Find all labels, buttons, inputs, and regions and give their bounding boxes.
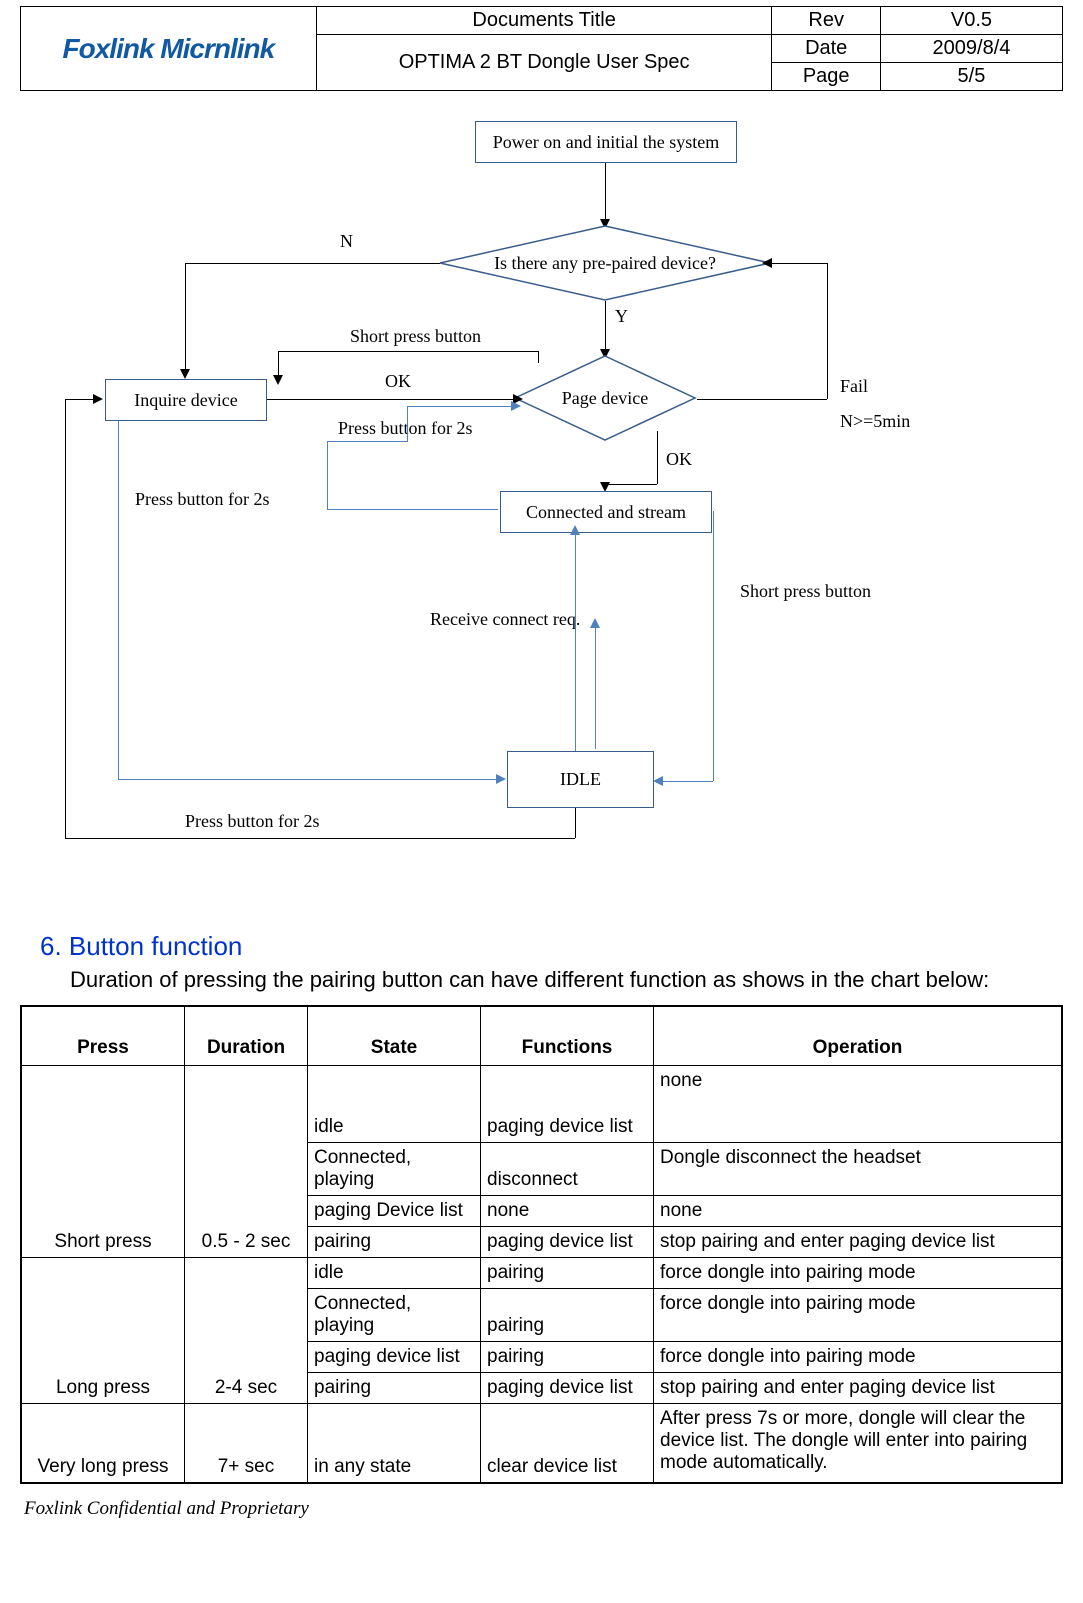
flow-receive-label: Receive connect req. <box>430 609 580 630</box>
flow-press2s-label-a: Press button for 2s <box>338 418 473 439</box>
cell-func: paging device list <box>481 1372 654 1403</box>
cell-state: Connected, playing <box>308 1142 481 1195</box>
flow-ok-label-1: OK <box>385 371 411 392</box>
cell-duration-0: 0.5 - 2 sec <box>185 1065 308 1257</box>
section-intro: Duration of pressing the pairing button … <box>70 966 1063 995</box>
doc-title-label: Documents Title <box>316 7 772 35</box>
flow-fail-cond-label: N>=5min <box>840 411 910 432</box>
cell-press-0: Short press <box>21 1065 185 1257</box>
cell-op: stop pairing and enter paging device lis… <box>654 1226 1063 1257</box>
flow-page-text: Page device <box>515 356 695 441</box>
flow-short-press-label-1: Short press button <box>350 326 481 347</box>
cell-func: pairing <box>481 1257 654 1288</box>
cell-state: idle <box>308 1065 481 1142</box>
cell-duration-2: 7+ sec <box>185 1403 308 1483</box>
section-heading: 6. Button function <box>40 931 1063 962</box>
cell-func: none <box>481 1195 654 1226</box>
th-functions: Functions <box>481 1006 654 1066</box>
cell-func: pairing <box>481 1288 654 1341</box>
cell-func: paging device list <box>481 1226 654 1257</box>
flow-fail-label: Fail <box>840 376 868 397</box>
flow-press2s-label-b: Press button for 2s <box>135 489 270 510</box>
cell-op: force dongle into pairing mode <box>654 1257 1063 1288</box>
doc-title: OPTIMA 2 BT Dongle User Spec <box>316 35 772 91</box>
cell-op: stop pairing and enter paging device lis… <box>654 1372 1063 1403</box>
th-operation: Operation <box>654 1006 1063 1066</box>
cell-press-2: Very long press <box>21 1403 185 1483</box>
th-state: State <box>308 1006 481 1066</box>
cell-op: none <box>654 1065 1063 1142</box>
cell-duration-1: 2-4 sec <box>185 1257 308 1403</box>
cell-press-1: Long press <box>21 1257 185 1403</box>
flow-decision-text: Is there any pre-paired device? <box>440 226 770 301</box>
flow-press2s-label-c: Press button for 2s <box>185 811 320 832</box>
flow-start-box: Power on and initial the system <box>475 121 737 163</box>
logo: Foxlink Micrnlink <box>21 7 316 90</box>
cell-op: force dongle into pairing mode <box>654 1288 1063 1341</box>
date-label: Date <box>772 35 880 63</box>
date-value: 2009/8/4 <box>880 35 1062 63</box>
flow-ok-label-2: OK <box>666 449 692 470</box>
rev-label: Rev <box>772 7 880 35</box>
flow-connected-box: Connected and stream <box>500 491 712 533</box>
cell-state: in any state <box>308 1403 481 1483</box>
flow-inquire-box: Inquire device <box>105 379 267 421</box>
flow-short-press-label-2: Short press button <box>740 581 871 602</box>
cell-op: force dongle into pairing mode <box>654 1341 1063 1372</box>
cell-func: clear device list <box>481 1403 654 1483</box>
rev-value: V0.5 <box>880 7 1062 35</box>
button-function-table: Press Duration State Functions Operation… <box>20 1005 1063 1484</box>
cell-func: pairing <box>481 1341 654 1372</box>
cell-func: disconnect <box>481 1142 654 1195</box>
flow-idle-box: IDLE <box>507 751 654 808</box>
flow-y-label: Y <box>615 306 628 327</box>
cell-state: pairing <box>308 1372 481 1403</box>
logo-cell: Foxlink Micrnlink <box>21 7 317 91</box>
cell-state: paging device list <box>308 1341 481 1372</box>
cell-state: pairing <box>308 1226 481 1257</box>
footer-text: Foxlink Confidential and Proprietary <box>24 1498 1063 1520</box>
th-duration: Duration <box>185 1006 308 1066</box>
page-label: Page <box>772 63 880 91</box>
logo-text: Foxlink Micrnlink <box>63 33 275 65</box>
th-press: Press <box>21 1006 185 1066</box>
page-value: 5/5 <box>880 63 1062 91</box>
cell-op: After press 7s or more, dongle will clea… <box>654 1403 1063 1483</box>
cell-state: paging Device list <box>308 1195 481 1226</box>
flow-n-label: N <box>340 231 353 252</box>
flowchart: Power on and initial the system Is there… <box>20 111 1063 901</box>
cell-op: none <box>654 1195 1063 1226</box>
cell-op: Dongle disconnect the headset <box>654 1142 1063 1195</box>
doc-header-table: Foxlink Micrnlink Documents Title Rev V0… <box>20 6 1063 91</box>
cell-func: paging device list <box>481 1065 654 1142</box>
cell-state: idle <box>308 1257 481 1288</box>
cell-state: Connected, playing <box>308 1288 481 1341</box>
